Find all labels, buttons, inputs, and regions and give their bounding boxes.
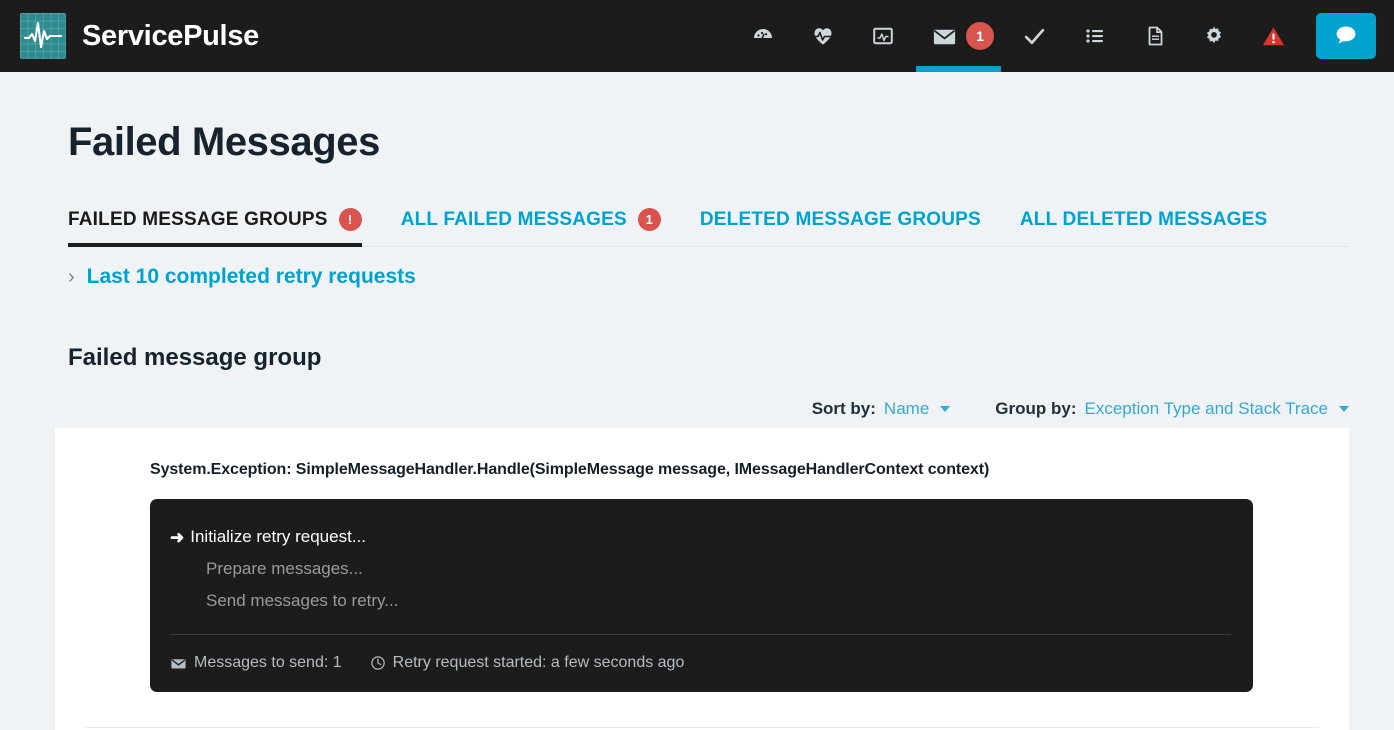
nav-settings[interactable] [1185, 0, 1243, 72]
top-navigation-bar: ServicePulse 1 [0, 0, 1394, 72]
list-icon [1083, 24, 1107, 48]
sort-by-control: Sort by: Name [812, 399, 951, 419]
last-completed-retry-requests-label: Last 10 completed retry requests [86, 265, 416, 288]
page-title: Failed Messages [68, 120, 380, 164]
speech-bubble-icon [1333, 22, 1359, 51]
retry-progress-panel: ➜ Initialize retry request... Prepare me… [150, 499, 1253, 692]
sort-by-label: Sort by: [811, 399, 876, 418]
tab-label: DELETED MESSAGE GROUPS [699, 209, 981, 230]
page-content: Failed Messages FAILED MESSAGE GROUPS ! … [0, 120, 1394, 730]
envelope-icon [170, 655, 187, 672]
chat-button[interactable] [1316, 13, 1376, 59]
chevron-down-icon[interactable] [940, 406, 951, 412]
group-by-value[interactable]: Exception Type and Stack Trace [1085, 399, 1329, 419]
warning-triangle-icon [1261, 24, 1286, 49]
retry-panel-footer: Messages to send: 1 Retry request starte… [150, 635, 1253, 672]
messages-to-send: Messages to send: 1 [170, 654, 342, 672]
group-by-label: Group by: [995, 399, 1077, 418]
retry-step-label: Send messages to retry... [206, 591, 399, 610]
nav-warning[interactable] [1243, 0, 1304, 72]
retry-step-label: Prepare messages... [206, 559, 363, 578]
exception-title: System.Exception: SimpleMessageHandler.H… [150, 461, 990, 478]
nav-monitoring-chart[interactable] [853, 0, 913, 72]
nav-heartbeat[interactable] [793, 0, 853, 72]
tab-badge-all-failed-messages: 1 [637, 208, 661, 231]
arrow-right-icon: ➜ [170, 527, 185, 547]
document-icon [1143, 24, 1167, 48]
chevron-right-icon: › [68, 265, 75, 288]
gear-icon [1203, 25, 1225, 47]
tab-badge-failed-message-groups: ! [338, 208, 362, 231]
dashboard-gauge-icon [751, 24, 775, 48]
nav-list[interactable] [1065, 0, 1125, 72]
brand-name: ServicePulse [82, 19, 259, 52]
tab-all-failed-messages[interactable]: ALL FAILED MESSAGES 1 [401, 208, 661, 246]
retry-step-send: Send messages to retry... [150, 585, 1253, 617]
failed-message-group-card: System.Exception: SimpleMessageHandler.H… [55, 428, 1349, 730]
nav-failed-messages-badge: 1 [966, 22, 994, 50]
nav-failed-messages[interactable]: 1 [913, 0, 1004, 72]
retry-step-label: Initialize retry request... [190, 527, 366, 546]
section-title: Failed message group [68, 344, 322, 371]
retry-step-initialize: ➜ Initialize retry request... [150, 521, 1253, 553]
tab-deleted-message-groups[interactable]: DELETED MESSAGE GROUPS [700, 209, 981, 246]
tab-bar: FAILED MESSAGE GROUPS ! ALL FAILED MESSA… [68, 208, 1349, 247]
list-controls: Sort by: Name Group by: Exception Type a… [0, 399, 1394, 419]
clock-icon [370, 655, 386, 671]
last-completed-retry-requests-toggle[interactable]: › Last 10 completed retry requests [68, 265, 416, 289]
card-divider [85, 727, 1319, 728]
tab-label: FAILED MESSAGE GROUPS [68, 208, 328, 230]
brand[interactable]: ServicePulse [20, 13, 259, 59]
monitoring-chart-icon [871, 24, 895, 48]
retry-step-prepare: Prepare messages... [150, 553, 1253, 585]
messages-to-send-label: Messages to send: 1 [194, 654, 342, 671]
tab-failed-message-groups[interactable]: FAILED MESSAGE GROUPS ! [68, 208, 362, 247]
tab-label: ALL DELETED MESSAGES [1019, 209, 1268, 230]
group-by-control: Group by: Exception Type and Stack Trace [995, 399, 1349, 419]
tab-all-deleted-messages[interactable]: ALL DELETED MESSAGES [1020, 209, 1268, 246]
checkmark-icon [1022, 24, 1047, 49]
envelope-icon [931, 23, 958, 50]
tab-label: ALL FAILED MESSAGES [400, 208, 627, 230]
chevron-down-icon[interactable] [1339, 406, 1349, 412]
pulse-waveform-logo-icon [20, 13, 66, 59]
nav-document[interactable] [1125, 0, 1185, 72]
heartbeat-icon [811, 24, 835, 48]
nav-icon-group: 1 [733, 0, 1376, 72]
nav-dashboard-gauge[interactable] [733, 0, 793, 72]
retry-request-started: Retry request started: a few seconds ago [370, 654, 685, 672]
retry-request-started-label: Retry request started: a few seconds ago [392, 654, 685, 671]
nav-checkmark[interactable] [1004, 0, 1065, 72]
sort-by-value[interactable]: Name [884, 399, 929, 419]
